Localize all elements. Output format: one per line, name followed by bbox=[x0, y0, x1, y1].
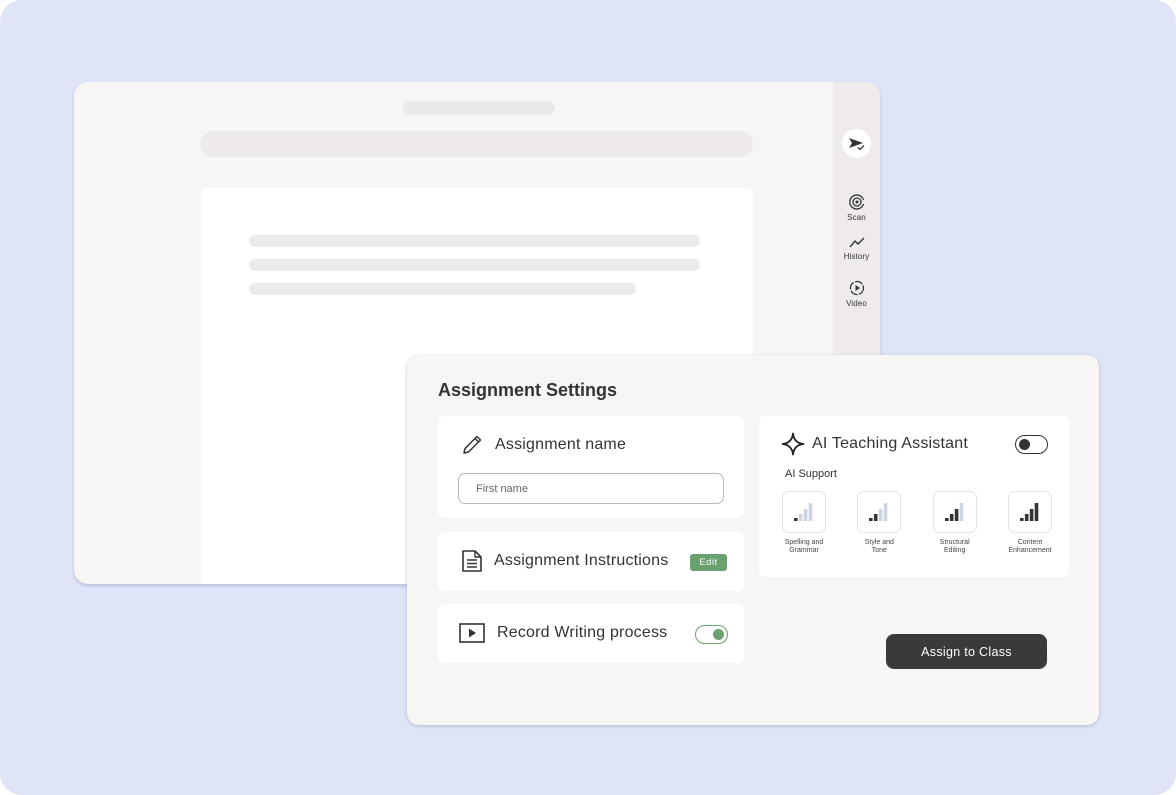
play-square-icon bbox=[459, 623, 485, 643]
rail-label: Video bbox=[846, 299, 867, 308]
assignment-instructions-label: Assignment Instructions bbox=[494, 552, 669, 569]
text-line-placeholder bbox=[249, 283, 636, 295]
toggle-knob bbox=[1019, 438, 1030, 450]
signal-bar bbox=[794, 518, 798, 521]
send-button[interactable] bbox=[842, 129, 871, 158]
modal-title: Assignment Settings bbox=[438, 380, 618, 400]
signal-bar bbox=[1029, 509, 1034, 521]
signal-bar bbox=[803, 509, 808, 521]
signal-bar bbox=[1024, 514, 1029, 521]
trend-line-icon bbox=[848, 237, 864, 248]
signal-bar bbox=[1019, 518, 1024, 521]
play-circle-icon bbox=[849, 280, 864, 296]
assignment-name-input[interactable] bbox=[458, 473, 724, 504]
rail-item-scan[interactable]: Scan bbox=[833, 193, 880, 222]
assignment-settings-modal: Assignment Settings Assignment name Firs… bbox=[407, 355, 1099, 725]
sparkle-icon bbox=[781, 432, 805, 456]
support-level-structural-editing[interactable]: Structural Editing bbox=[926, 491, 984, 555]
level-label: Spelling and Grammar bbox=[784, 539, 824, 554]
signal-level-icon bbox=[794, 503, 813, 521]
ai-support-levels: Spelling and Grammar Style and Tone Struct… bbox=[775, 491, 1059, 555]
scan-icon bbox=[848, 194, 864, 210]
toggle-knob bbox=[713, 628, 724, 640]
signal-bar bbox=[1034, 503, 1039, 521]
level-label: Content Enhancement bbox=[1008, 539, 1052, 554]
signal-bar bbox=[959, 503, 963, 521]
signal-bar bbox=[798, 514, 803, 521]
document-icon bbox=[462, 550, 482, 572]
pencil-icon bbox=[463, 435, 482, 454]
ai-support-label: AI Support bbox=[785, 468, 837, 480]
level-label: Style and Tone bbox=[864, 539, 894, 554]
assignment-name-card: Assignment name bbox=[438, 416, 744, 518]
signal-bar bbox=[869, 518, 873, 521]
record-writing-label: Record Writing process bbox=[497, 624, 668, 641]
ai-assistant-label: AI Teaching Assistant bbox=[812, 435, 968, 452]
signal-bar bbox=[874, 514, 878, 521]
rail-label: History bbox=[843, 252, 870, 261]
toolbar-placeholder bbox=[200, 131, 753, 157]
background-stage: Scan History Video Assignment Settings A… bbox=[0, 0, 1176, 795]
ai-teaching-assistant-card: AI Teaching Assistant AI Support Spellin… bbox=[759, 416, 1069, 577]
signal-bar bbox=[954, 509, 959, 521]
signal-level-icon bbox=[1019, 503, 1039, 521]
ai-assistant-toggle[interactable] bbox=[1015, 435, 1048, 454]
assign-to-class-button[interactable]: Assign to Class bbox=[886, 634, 1047, 669]
text-line-placeholder bbox=[249, 259, 700, 271]
signal-bar bbox=[944, 518, 949, 521]
support-level-spelling-grammar[interactable]: Spelling and Grammar bbox=[775, 491, 833, 555]
assignment-instructions-card: Assignment Instructions Edit bbox=[438, 532, 744, 591]
record-writing-toggle[interactable] bbox=[695, 625, 728, 644]
record-writing-card: Record Writing process bbox=[438, 604, 744, 663]
signal-bar bbox=[884, 503, 888, 521]
edit-instructions-button[interactable]: Edit bbox=[690, 554, 727, 571]
send-check-icon bbox=[848, 137, 864, 150]
rail-label: Scan bbox=[847, 213, 866, 222]
support-level-style-tone[interactable]: Style and Tone bbox=[850, 491, 908, 555]
signal-level-icon bbox=[869, 503, 888, 521]
level-label: Structural Editing bbox=[939, 539, 970, 554]
signal-bar bbox=[808, 503, 813, 521]
assignment-name-label: Assignment name bbox=[495, 436, 627, 453]
signal-bar bbox=[949, 514, 954, 521]
rail-item-history[interactable]: History bbox=[833, 236, 880, 261]
text-line-placeholder bbox=[249, 235, 700, 247]
signal-bar bbox=[879, 509, 883, 521]
rail-item-video[interactable]: Video bbox=[833, 279, 880, 308]
support-level-content-enhancement[interactable]: Content Enhancement bbox=[1001, 491, 1059, 555]
signal-level-icon bbox=[944, 503, 963, 521]
title-placeholder bbox=[403, 101, 555, 115]
